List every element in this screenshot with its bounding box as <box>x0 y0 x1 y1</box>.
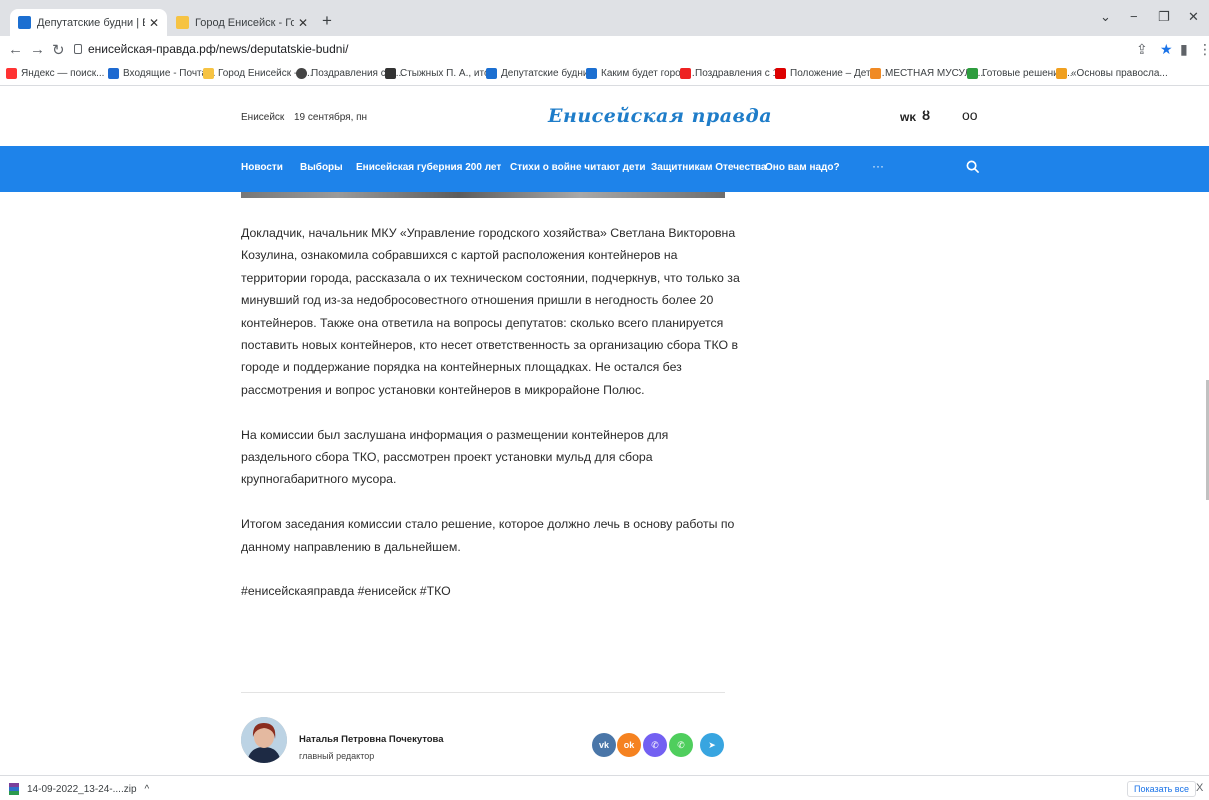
bookmark-item[interactable]: Депутатские будни... <box>486 68 597 79</box>
nav-item-defenders[interactable]: Защитникам Отечества <box>651 162 767 173</box>
bookmark-item[interactable]: Стыжных П. А., ито... <box>385 68 498 79</box>
nav-item-poems[interactable]: Стихи о войне читают дети <box>510 162 646 173</box>
article-paragraph: На комиссии был заслушана информация о р… <box>241 427 669 487</box>
archive-icon <box>9 783 19 795</box>
bookmarks-bar: Яндекс — поиск... Входящие - Почта... Го… <box>0 64 1209 86</box>
bookmark-item[interactable]: Входящие - Почта... <box>108 68 215 79</box>
article-paragraph: Итогом заседания комиссии стало решение,… <box>241 517 735 554</box>
article-photo <box>241 192 725 198</box>
article-hashtags[interactable]: #енисейскаяправда #енисейск #ТКО <box>241 580 741 602</box>
tab-search-icon[interactable]: ⌄ <box>1100 9 1111 25</box>
vk-icon[interactable]: ᴡᴋ <box>900 110 916 124</box>
bookmark-item[interactable]: Поздравления с 1... <box>680 68 786 79</box>
tab-title: Город Енисейск - Город Енисей <box>195 16 294 29</box>
reload-icon[interactable]: ↻ <box>52 41 65 59</box>
author-avatar[interactable] <box>241 717 287 763</box>
close-tab-icon[interactable]: ✕ <box>298 16 308 30</box>
bookmark-item[interactable]: Каким будет город... <box>586 68 695 79</box>
close-downloads-icon[interactable]: X <box>1196 782 1203 794</box>
menu-icon[interactable]: ⋮ <box>1198 41 1209 58</box>
bookmark-item[interactable]: Положение – Дети... <box>775 68 884 79</box>
site-favicon-icon <box>176 16 189 29</box>
site-logo[interactable]: Енисейская правда <box>548 105 772 127</box>
author-role: главный редактор <box>299 751 375 761</box>
new-tab-button[interactable]: + <box>322 11 332 31</box>
close-tab-icon[interactable]: ✕ <box>149 16 159 30</box>
tab-deputatskie-budni[interactable]: Депутатские будни | Енисейска ✕ <box>10 9 167 36</box>
nav-item-news[interactable]: Новости <box>241 162 283 173</box>
share-page-icon[interactable]: ⇪ <box>1136 41 1148 58</box>
show-all-downloads-button[interactable]: Показать все <box>1127 781 1196 797</box>
url-field[interactable]: енисейская-правда.рф/news/deputatskie-bu… <box>88 42 348 56</box>
search-icon[interactable] <box>966 160 979 173</box>
address-bar: ← → ↻ енисейская-правда.рф/news/deputats… <box>0 36 1209 64</box>
minimize-icon[interactable]: − <box>1130 9 1138 24</box>
header-city: Енисейск <box>241 112 285 123</box>
site-header: Енисейск 19 сентября, пн Енисейская прав… <box>0 87 1209 146</box>
download-filename: 14-09-2022_13-24-....zip <box>27 783 137 795</box>
bookmark-item[interactable]: «Основы правосла... <box>1056 68 1168 79</box>
bookmark-item[interactable]: Яндекс — поиск... <box>6 68 104 79</box>
back-icon[interactable]: ← <box>8 41 23 58</box>
downloads-bar: 14-09-2022_13-24-....zip ^ Показать все … <box>0 775 1209 800</box>
article-body: Докладчик, начальник МКУ «Управление гор… <box>241 222 741 603</box>
forward-icon[interactable]: → <box>30 41 45 58</box>
share-viber-icon[interactable]: ✆ <box>643 733 667 757</box>
restore-icon[interactable]: ❐ <box>1158 9 1170 25</box>
close-window-icon[interactable]: ✕ <box>1188 9 1199 25</box>
article-divider <box>241 692 725 693</box>
nav-item-elections[interactable]: Выборы <box>300 162 343 173</box>
share-ok-icon[interactable]: ok <box>617 733 641 757</box>
article-paragraph: Докладчик, начальник МКУ «Управление гор… <box>241 226 740 397</box>
nav-more-button[interactable]: ··· <box>872 159 884 173</box>
header-date: 19 сентября, пн <box>294 112 368 123</box>
download-item[interactable]: 14-09-2022_13-24-....zip ^ <box>9 783 149 795</box>
nav-item-ono-vam-nado[interactable]: Оно вам надо? <box>765 162 840 173</box>
share-whatsapp-icon[interactable]: ✆ <box>669 733 693 757</box>
share-vk-icon[interactable]: vk <box>592 733 616 757</box>
tab-gorod-eniseisk[interactable]: Город Енисейск - Город Енисей ✕ <box>168 9 316 36</box>
bookmark-star-icon[interactable]: ★ <box>1160 41 1173 58</box>
browser-tab-bar: Депутатские будни | Енисейска ✕ Город Ен… <box>0 0 1209 36</box>
author-name[interactable]: Наталья Петровна Почекутова <box>299 734 444 745</box>
ok-icon[interactable]: ȣ <box>922 108 930 123</box>
main-navigation: Новости Выборы Енисейская губерния 200 л… <box>0 146 1209 192</box>
share-telegram-icon[interactable]: ➤ <box>700 733 724 757</box>
author-photo <box>241 717 287 763</box>
lock-icon[interactable] <box>74 44 82 54</box>
site-favicon-icon <box>18 16 31 29</box>
accessibility-glasses-icon[interactable]: oo <box>962 107 978 123</box>
chevron-up-icon[interactable]: ^ <box>145 784 150 795</box>
tab-title: Депутатские будни | Енисейска <box>37 16 145 29</box>
nav-item-gubernia[interactable]: Енисейская губерния 200 лет <box>356 162 501 173</box>
sidepanel-icon[interactable]: ▮ <box>1180 41 1188 58</box>
